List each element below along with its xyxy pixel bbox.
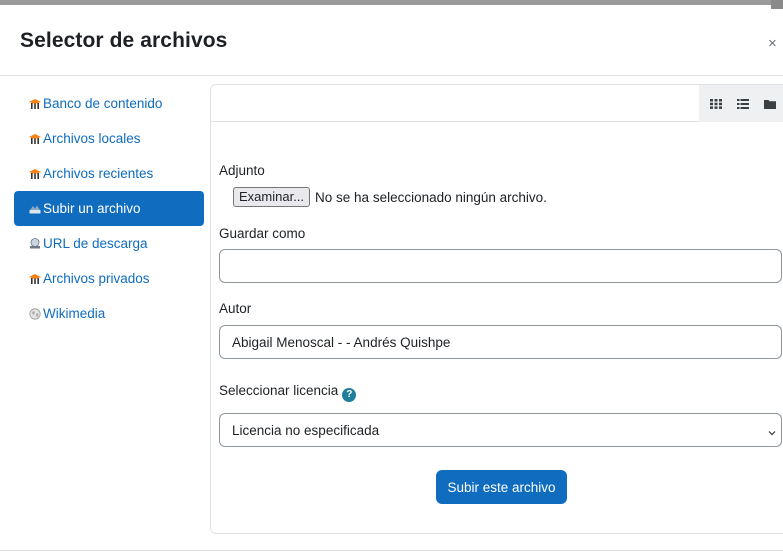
sidebar-item-label: Subir un archivo	[43, 201, 141, 216]
moodle-hat-icon	[29, 273, 41, 285]
attachment-label: Adjunto	[219, 163, 265, 178]
footer-divider	[0, 550, 783, 551]
license-label: Seleccionar licencia	[219, 383, 339, 398]
file-picker: Examinar... No se ha seleccionado ningún…	[233, 187, 547, 207]
wikimedia-globe-icon	[29, 307, 41, 320]
moodle-hat-icon	[29, 168, 41, 180]
upload-submit-button[interactable]: Subir este archivo	[436, 470, 567, 504]
browse-button[interactable]: Examinar...	[233, 187, 311, 207]
help-icon[interactable]: ?	[342, 387, 357, 402]
dialog-title: Selector de archivos	[20, 29, 228, 52]
sidebar-item-label: Wikimedia	[43, 306, 106, 321]
list-view-icon[interactable]	[735, 96, 751, 112]
sidebar-item-wikimedia[interactable]: Wikimedia	[14, 296, 204, 331]
icons-view-icon[interactable]	[708, 96, 724, 112]
moodle-hat-icon	[29, 133, 41, 145]
sidebar-item-label: Archivos locales	[43, 131, 141, 146]
sidebar-item-local-files[interactable]: Archivos locales	[14, 121, 204, 156]
sidebar-item-recent-files[interactable]: Archivos recientes	[14, 156, 204, 191]
repository-sidebar: Banco de contenido Archivos locales Arch…	[14, 86, 204, 331]
sidebar-item-label: Archivos privados	[43, 271, 150, 286]
sidebar-item-label: Banco de contenido	[43, 96, 163, 111]
upload-panel	[210, 84, 783, 534]
close-button[interactable]: ×	[768, 36, 777, 51]
sidebar-item-label: Archivos recientes	[43, 166, 154, 181]
sidebar-item-label: URL de descarga	[43, 236, 148, 251]
sidebar-item-private-files[interactable]: Archivos privados	[14, 261, 204, 296]
save-as-input[interactable]	[219, 249, 782, 283]
license-label-row: Seleccionar licencia?	[219, 383, 357, 402]
tree-view-icon[interactable]	[762, 96, 778, 112]
license-select[interactable]: Licencia no especificada	[219, 413, 782, 447]
moodle-hat-icon	[29, 98, 41, 110]
chevron-down-icon	[767, 425, 777, 440]
top-border-cap	[771, 0, 783, 9]
upload-icon	[29, 203, 41, 215]
header-divider	[0, 75, 783, 76]
save-as-label: Guardar como	[219, 226, 306, 241]
url-download-icon	[29, 238, 41, 250]
sidebar-item-content-bank[interactable]: Banco de contenido	[14, 86, 204, 121]
view-switcher	[699, 85, 783, 122]
top-border	[0, 0, 783, 5]
author-input[interactable]	[219, 325, 782, 359]
author-label: Autor	[219, 301, 252, 316]
license-selected-value: Licencia no especificada	[232, 422, 380, 438]
sidebar-item-upload-file[interactable]: Subir un archivo	[14, 191, 204, 226]
no-file-text: No se ha seleccionado ningún archivo.	[315, 189, 547, 205]
sidebar-item-url-download[interactable]: URL de descarga	[14, 226, 204, 261]
file-toolbar	[211, 85, 783, 122]
